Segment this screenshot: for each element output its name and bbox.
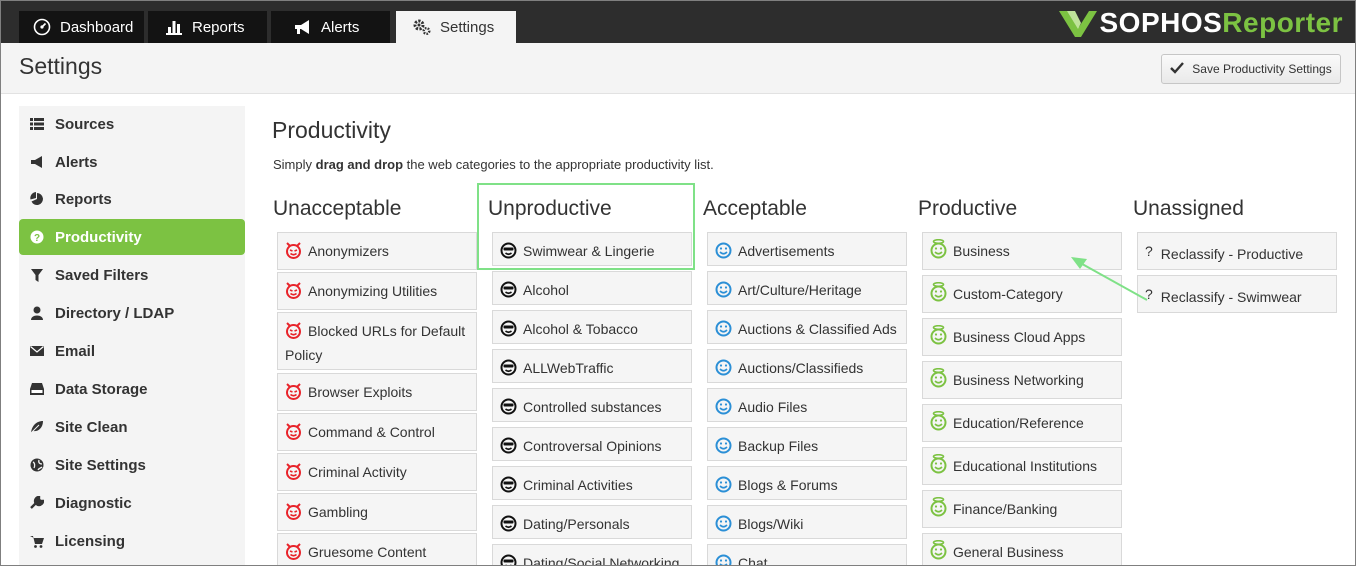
app-window: Dashboard Reports Alerts Settings SOPHOS… bbox=[0, 0, 1356, 566]
arrow-annotation bbox=[1071, 257, 1148, 301]
